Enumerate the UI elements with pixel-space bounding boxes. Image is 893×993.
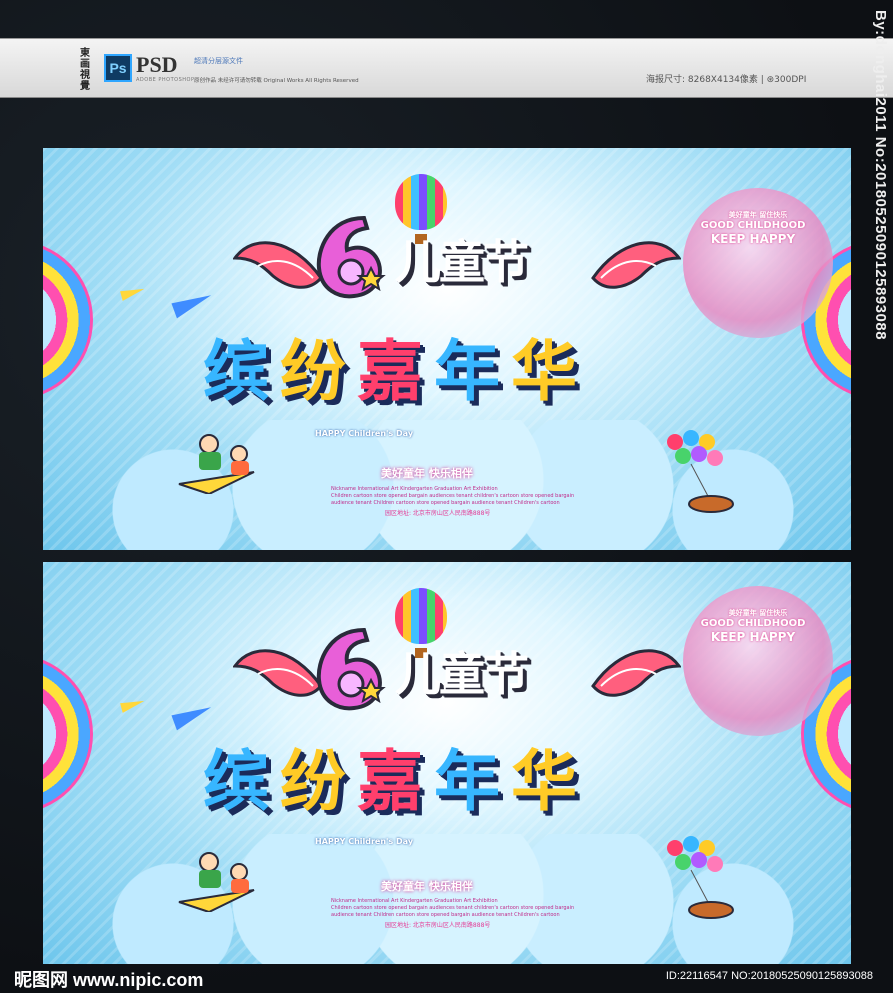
brand-logo: 東 画 視 覺 <box>80 48 90 92</box>
main-title-char: 嘉 <box>356 743 423 820</box>
badge-line-3: KEEP HAPPY <box>710 630 796 644</box>
photoshop-icon: Ps <box>104 54 132 82</box>
main-title-char: 纷 <box>279 743 346 820</box>
kids-on-plane-icon <box>178 434 255 494</box>
badge-line-1: 美好童年 留住快乐 <box>728 211 788 219</box>
sub-line-3: audience tenant Children cartoon store o… <box>331 500 560 506</box>
footer-bar: 昵图网 www.nipic.com ID:22116547 NO:2018052… <box>0 958 893 993</box>
english-title: HAPPY Children's Day <box>315 837 414 846</box>
number-six-icon <box>316 627 386 711</box>
slogan: 美好童年 快乐相伴 <box>381 467 473 480</box>
number-six-icon <box>316 215 386 299</box>
badge-line-2: GOOD CHILDHOOD <box>700 618 806 629</box>
psd-sub-label: ADOBE PHOTOSHOP <box>136 77 195 83</box>
badge-line-3: KEEP HAPPY <box>710 232 796 246</box>
kids-on-plane-icon <box>178 852 255 912</box>
footer-logo: 昵图网 www.nipic.com <box>14 970 204 990</box>
hot-air-balloon-icon <box>395 588 447 658</box>
sub-line-1: Nickname International Art Kindergarten … <box>331 486 498 492</box>
festival-title: 儿童节 <box>395 235 529 289</box>
balloon-basket-icon <box>667 430 734 513</box>
address: 园区地址: 北京市房山区人民南路888号 <box>385 922 491 929</box>
sub-line-1: Nickname International Art Kindergarten … <box>331 898 498 904</box>
poster-preview-2: 美好童年 留住快乐 GOOD CHILDHOOD KEEP HAPPY 儿童节 … <box>43 562 851 964</box>
main-title: 缤 纷 嘉 年 华 <box>203 318 577 414</box>
main-title: 缤 纷 嘉 年 华 <box>203 728 577 824</box>
poster-preview-1: 美好童年 留住快乐 GOOD CHILDHOOD KEEP HAPPY 儿童节 … <box>43 148 851 550</box>
main-title-char: 年 <box>433 743 500 820</box>
main-title-char: 华 <box>510 743 577 820</box>
right-wing-icon <box>591 649 681 697</box>
main-title-char: 纷 <box>279 333 346 410</box>
main-title-char: 年 <box>433 333 500 410</box>
main-title-char: 嘉 <box>356 333 423 410</box>
address: 园区地址: 北京市房山区人民南路888号 <box>385 510 491 517</box>
badge-line-1: 美好童年 留住快乐 <box>728 609 788 617</box>
psd-description: 超清分层源文件 <box>194 57 243 65</box>
english-title: HAPPY Children's Day <box>315 429 414 438</box>
psd-label: PSD <box>136 52 178 77</box>
sub-line-3: audience tenant Children cartoon store o… <box>331 912 560 918</box>
main-title-char: 华 <box>510 333 577 410</box>
hot-air-balloon-icon <box>395 174 447 244</box>
badge-line-2: GOOD CHILDHOOD <box>700 220 806 231</box>
copyright-note: 原创作品 未经许可请勿转载 Original Works All Rights … <box>194 78 359 84</box>
sub-line-2: Children cartoon store opened bargain au… <box>331 905 575 911</box>
poster-spec: 海报尺寸: 8268X4134像素 | ⊛300DPI <box>646 75 807 85</box>
festival-title: 儿童节 <box>395 647 529 701</box>
balloon-basket-icon <box>667 836 734 919</box>
header-bar <box>0 38 893 98</box>
right-wing-icon <box>591 241 681 289</box>
sub-line-2: Children cartoon store opened bargain au… <box>331 493 575 499</box>
side-watermark: By:donghai2011 No:20180525090125893088 <box>872 10 889 341</box>
main-title-char: 缤 <box>203 743 269 820</box>
footer-id: ID:22116547 NO:20180525090125893088 <box>665 970 873 982</box>
main-title-char: 缤 <box>203 333 269 410</box>
slogan: 美好童年 快乐相伴 <box>381 880 473 893</box>
